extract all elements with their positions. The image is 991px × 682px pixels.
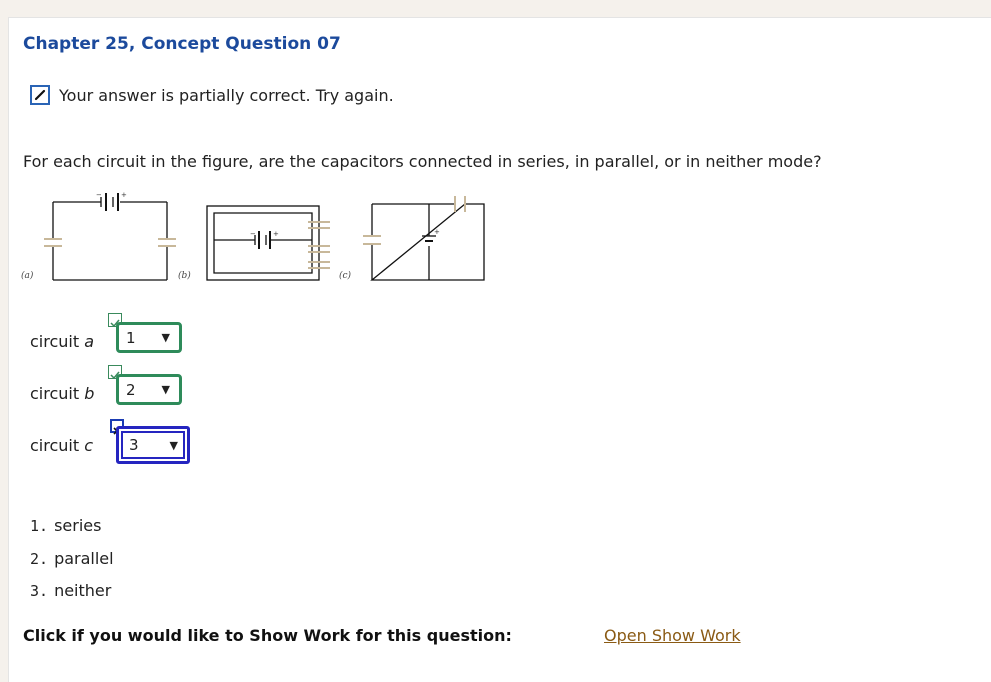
svg-text:+: +	[273, 230, 279, 238]
circuit-c-label: circuit c	[30, 435, 94, 455]
list-item: 2. parallel	[30, 548, 114, 568]
answer-row-c: circuit c	[30, 430, 116, 460]
circuit-a-diagram	[44, 193, 176, 281]
circuit-c-select[interactable]: 3 ▼	[116, 426, 190, 464]
figure-label-a: (a)	[21, 270, 34, 281]
show-work-prompt: Click if you would like to Show Work for…	[23, 626, 512, 645]
svg-text:−: −	[250, 230, 256, 238]
open-show-work-link[interactable]: Open Show Work	[604, 626, 741, 645]
figure-label-c: (c)	[339, 270, 352, 281]
circuit-figure: (a) (b) (c) − + − + +	[21, 191, 485, 281]
circuit-b-diagram	[206, 205, 330, 281]
circuit-b-select[interactable]: 2 ▼	[116, 374, 182, 405]
answer-row-a: circuit a	[30, 326, 116, 356]
svg-text:−: −	[96, 191, 102, 199]
circuit-a-label: circuit a	[30, 331, 95, 351]
answer-row-b: circuit b	[30, 378, 116, 408]
list-item: 1. series	[30, 516, 102, 535]
answer-options-list: 1. series 2. parallel 3. neither	[30, 514, 114, 612]
circuit-c-diagram	[363, 196, 485, 281]
circuit-b-label: circuit b	[30, 383, 95, 403]
circuit-a-select[interactable]: 1 ▼	[116, 322, 182, 353]
svg-text:+: +	[434, 228, 440, 236]
figure-label-b: (b)	[178, 270, 191, 281]
list-item: 3. neither	[30, 581, 112, 600]
svg-text:+: +	[121, 191, 127, 199]
